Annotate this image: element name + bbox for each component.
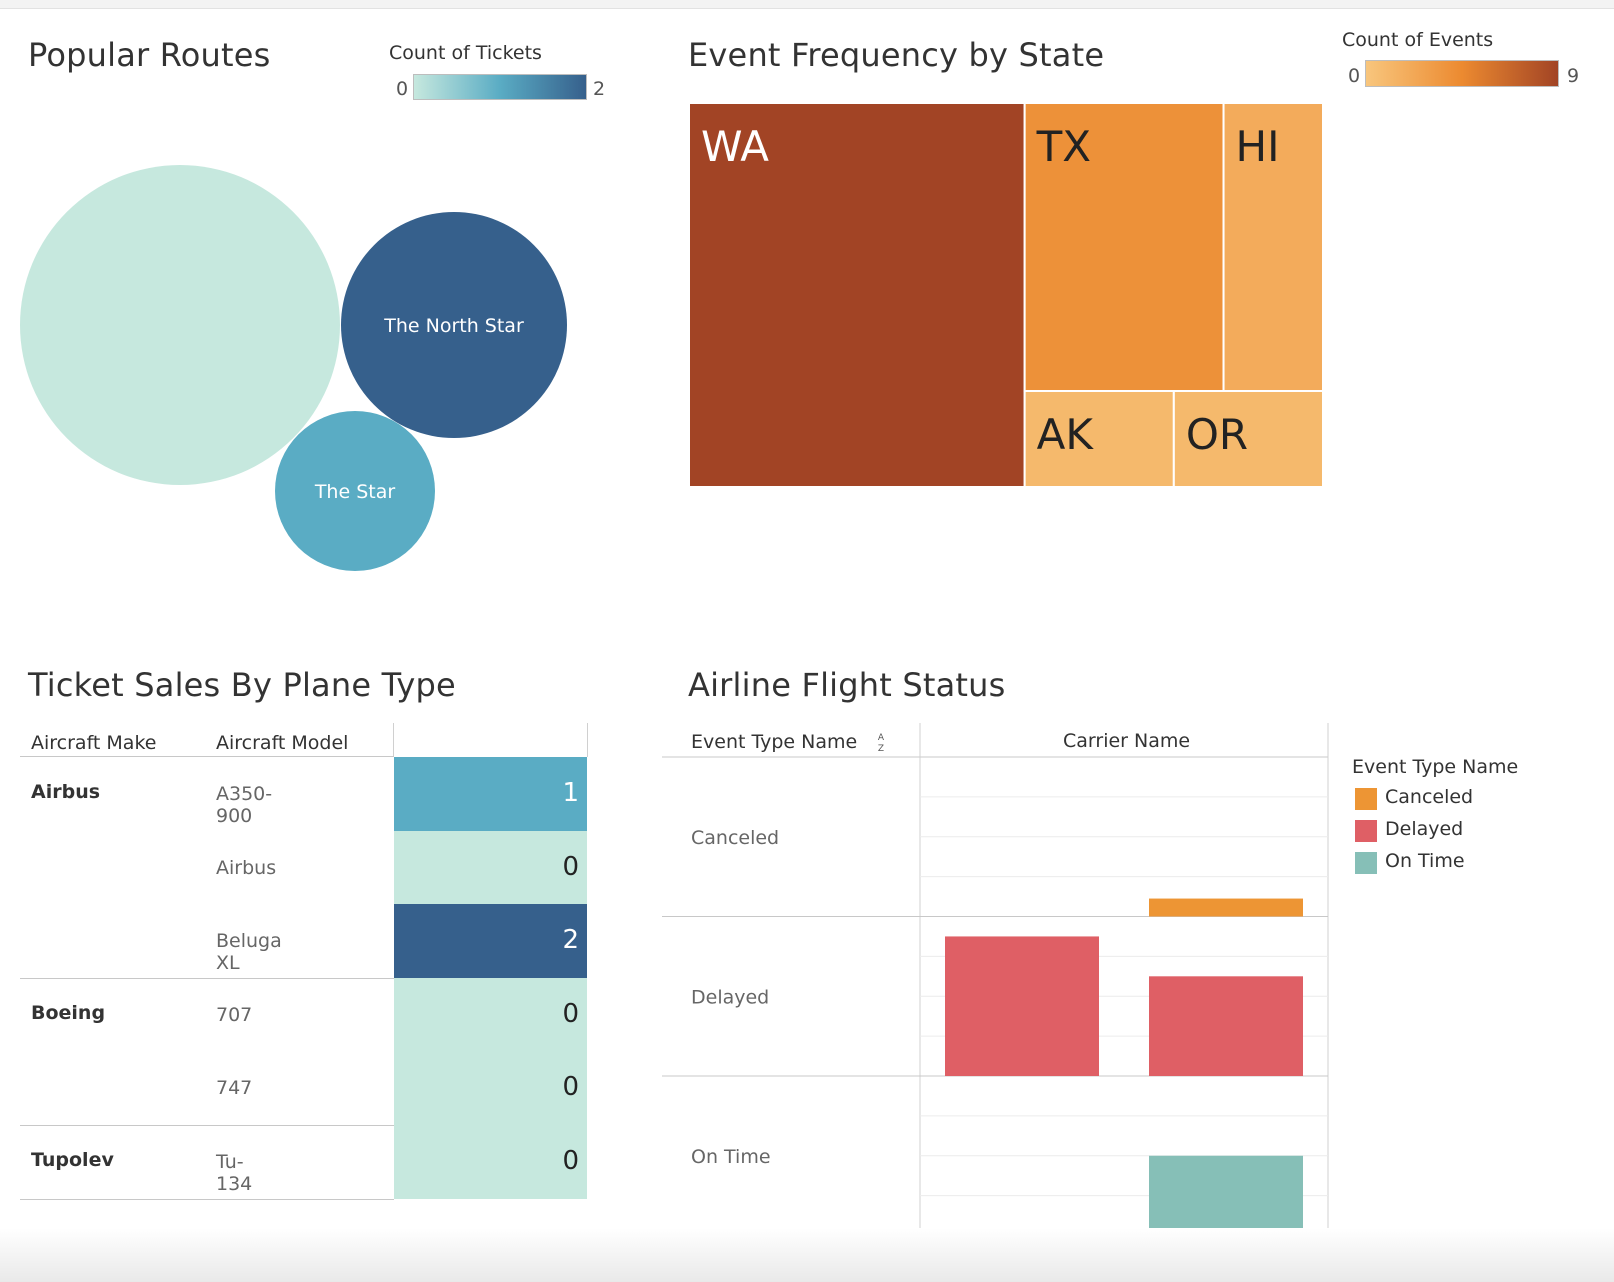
column-header-make[interactable]: Aircraft Make — [31, 732, 156, 754]
route-bubble-label: The North Star — [383, 315, 524, 337]
route-bubble[interactable] — [20, 165, 340, 485]
aircraft-make: Airbus — [31, 781, 101, 803]
group-divider — [20, 977, 394, 979]
legend-label: On Time — [1385, 850, 1465, 872]
aircraft-model: Airbus — [216, 856, 277, 879]
ticket-count-cell[interactable]: 0 — [394, 1125, 587, 1200]
treemap-label: AK — [1037, 410, 1095, 459]
route-bubble-label: The Star — [314, 481, 396, 503]
bottom-scroll-shade — [0, 1228, 1614, 1282]
aircraft-model: Tu-134 — [216, 1151, 253, 1195]
legend-swatch — [1355, 852, 1377, 874]
ticket-count-cell[interactable]: 1 — [394, 757, 587, 832]
legend-swatch — [1355, 788, 1377, 810]
aircraft-model: 707 — [216, 1003, 253, 1026]
status-bar[interactable] — [1149, 1155, 1303, 1236]
legend-swatch — [1355, 820, 1377, 842]
treemap-chart: WA TX HI AK OR — [688, 102, 1325, 488]
aircraft-model: 747 — [216, 1077, 253, 1100]
status-row-label: On Time — [691, 1146, 771, 1168]
header-divider — [393, 723, 394, 757]
treemap-label: TX — [1036, 122, 1091, 171]
header-divider — [587, 723, 588, 757]
aircraft-model: A350-900 — [216, 783, 273, 827]
group-divider — [20, 1125, 394, 1126]
flight-status-chart: CanceledDelayedOn TimeAmerican AirlinesD… — [662, 723, 1329, 1240]
ticket-count-cell[interactable]: 2 — [394, 904, 587, 979]
aircraft-model: Beluga XL — [216, 930, 282, 975]
ticket-count-cell[interactable]: 0 — [394, 977, 587, 1052]
column-header-model[interactable]: Aircraft Model — [216, 732, 348, 754]
ticket-sales-panel: Ticket Sales By Plane Type Aircraft Make… — [0, 640, 640, 1220]
ticket-count-cell[interactable]: 0 — [394, 830, 587, 905]
status-row-label: Canceled — [691, 827, 779, 849]
treemap-label: OR — [1186, 410, 1248, 459]
table-bottom-rule — [20, 1198, 394, 1200]
flight-status-panel: Airline Flight Status Event Type Name A … — [660, 640, 1614, 1240]
treemap-label: WA — [701, 122, 769, 171]
legend-label: Canceled — [1385, 786, 1474, 808]
legend-label: Delayed — [1385, 818, 1464, 840]
status-bar[interactable] — [1149, 898, 1303, 917]
aircraft-make: Tupolev — [31, 1149, 114, 1171]
treemap-label: HI — [1236, 122, 1280, 171]
ticket-sales-title: Ticket Sales By Plane Type — [28, 666, 456, 704]
event-frequency-panel: Event Frequency by State Count of Events… — [660, 0, 1614, 620]
aircraft-make: Boeing — [31, 1001, 106, 1024]
bubble-chart: The North Star The Star — [20, 165, 567, 571]
status-bar[interactable] — [945, 936, 1099, 1076]
popular-routes-panel: Popular Routes Count of Tickets 0 2 The … — [0, 0, 640, 620]
status-legend-title: Event Type Name — [1352, 756, 1519, 778]
header-rule — [20, 756, 394, 757]
status-row-label: Delayed — [691, 986, 769, 1008]
status-bar[interactable] — [1149, 976, 1303, 1076]
ticket-count-cell[interactable]: 0 — [394, 1051, 587, 1126]
